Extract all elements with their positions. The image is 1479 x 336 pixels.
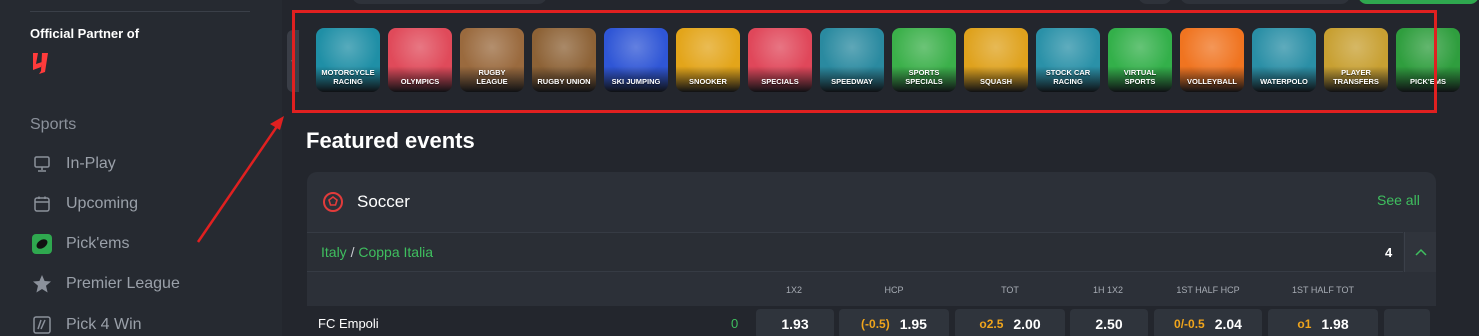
deposit-button[interactable]	[1358, 0, 1479, 4]
sport-title: Soccer	[357, 192, 410, 211]
sidebar-item-pickems[interactable]: Pick'ems	[30, 232, 130, 256]
sidebar-item-pick-4-win[interactable]: Pick 4 Win	[30, 313, 142, 336]
odds-handicap: o1	[1297, 317, 1312, 331]
chevron-up-icon	[1414, 248, 1427, 256]
odds-button-1st-half-tot[interactable]: o1 1.98	[1268, 309, 1378, 336]
market-header: 1ST HALF TOT	[1291, 285, 1355, 295]
pick4win-icon	[30, 313, 54, 336]
sport-tile[interactable]: SPORTS SPECIALS	[892, 28, 956, 92]
odds-button-tot[interactable]: o2.5 2.00	[955, 309, 1065, 336]
market-header: 1ST HALF HCP	[1176, 285, 1240, 295]
top-balance-pill[interactable]	[1180, 0, 1350, 4]
league-collapse-button[interactable]	[1404, 232, 1436, 272]
sport-tile-label: SPECIALS	[761, 77, 799, 86]
sidebar-item-label: Upcoming	[66, 195, 139, 212]
sport-tile[interactable]: SNOOKER	[676, 28, 740, 92]
league-event-count: 4	[1385, 245, 1393, 260]
sport-tile-label: SPEEDWAY	[831, 77, 873, 86]
odds-button-hcp[interactable]: (-0.5) 1.95	[839, 309, 949, 336]
sidebar-item-label: Premier League	[66, 275, 180, 292]
team-score: 0	[731, 316, 739, 331]
partner-label: Official Partner of	[30, 26, 140, 41]
sidebar-item-label: Pick 4 Win	[66, 316, 142, 333]
sport-tile-label: SNOOKER	[689, 77, 727, 86]
sport-tile-label: WATERPOLO	[1260, 77, 1308, 86]
sport-tile-label: SKI JUMPING	[611, 77, 661, 86]
sport-tile[interactable]: VOLLEYBALL	[1180, 28, 1244, 92]
sport-tile-label: PICK'EMS	[1410, 77, 1446, 86]
chevron-left-icon: ‹	[291, 55, 295, 67]
odds-value: 2.04	[1214, 316, 1242, 332]
sport-tile[interactable]: RUGBY LEAGUE	[460, 28, 524, 92]
sport-tile[interactable]: MOTORCYCLE RACING	[316, 28, 380, 92]
sport-tile-label: PLAYER TRANSFERS	[1333, 68, 1379, 86]
sidebar-divider	[30, 11, 250, 12]
pickems-icon	[30, 232, 54, 256]
odds-value: 1.98	[1321, 316, 1349, 332]
sport-tile[interactable]: SQUASH	[964, 28, 1028, 92]
sidebar-item-upcoming[interactable]: Upcoming	[30, 192, 138, 216]
odds-value: 1.95	[899, 316, 927, 332]
sport-tile[interactable]: SKI JUMPING	[604, 28, 668, 92]
sidebar-item-premier-league[interactable]: Premier League	[30, 272, 180, 296]
sport-tile-label: SPORTS SPECIALS	[905, 68, 943, 86]
sidebar-item-in-play[interactable]: In-Play	[30, 152, 116, 176]
market-header: 1X2	[785, 285, 803, 295]
sport-tile[interactable]: STOCK CAR RACING	[1036, 28, 1100, 92]
market-header: 1H 1X2	[1092, 285, 1124, 295]
league-breadcrumb: Italy / Coppa Italia	[321, 244, 433, 260]
odds-button-more[interactable]	[1384, 309, 1430, 336]
market-header-row	[307, 272, 1436, 306]
odds-handicap: o2.5	[979, 317, 1004, 331]
market-header: TOT	[1001, 285, 1019, 295]
odds-handicap: 0/-0.5	[1174, 317, 1205, 331]
calendar-icon	[30, 192, 54, 216]
top-search-pill[interactable]	[352, 0, 547, 4]
sport-tile[interactable]: RUGBY UNION	[532, 28, 596, 92]
odds-value: 2.50	[1095, 316, 1123, 332]
odds-button-1st-half-hcp[interactable]: 0/-0.5 2.04	[1154, 309, 1262, 336]
sport-tile[interactable]: OLYMPICS	[388, 28, 452, 92]
sport-tile-label: OLYMPICS	[400, 77, 440, 86]
featured-events-title: Featured events	[306, 128, 475, 153]
odds-button-1h-1x2[interactable]: 2.50	[1070, 309, 1148, 336]
strip-scroll-left-button[interactable]: ‹	[287, 30, 299, 92]
sport-tile-label: STOCK CAR RACING	[1045, 68, 1091, 86]
market-header: HCP	[884, 285, 904, 295]
league-separator: /	[350, 244, 355, 260]
sport-tile-label: RUGBY LEAGUE	[476, 68, 508, 86]
see-all-link[interactable]: See all	[1377, 192, 1420, 208]
sport-tile-label: VIRTUAL SPORTS	[1123, 68, 1157, 86]
league-name-link[interactable]: Coppa Italia	[358, 244, 433, 260]
odds-value: 1.93	[781, 316, 809, 332]
sport-tile[interactable]: SPECIALS	[748, 28, 812, 92]
sidebar-item-label: Pick'ems	[66, 235, 130, 252]
sidebar-section-sports: Sports	[30, 116, 77, 133]
league-row[interactable]	[307, 232, 1403, 272]
laliga-logo-icon	[30, 50, 52, 81]
sport-tile[interactable]: PLAYER TRANSFERS	[1324, 28, 1388, 92]
sport-tile-label: SQUASH	[979, 77, 1013, 86]
sidebar-item-label: In-Play	[66, 155, 116, 172]
sport-tile-label: VOLLEYBALL	[1187, 77, 1237, 86]
sport-tile-label: RUGBY UNION	[537, 77, 591, 86]
star-icon	[30, 272, 54, 296]
odds-button-1x2[interactable]: 1.93	[756, 309, 834, 336]
sport-tile[interactable]: PICK'EMS	[1396, 28, 1460, 92]
sport-tile[interactable]: WATERPOLO	[1252, 28, 1316, 92]
odds-value: 2.00	[1013, 316, 1041, 332]
soccer-ball-icon	[322, 191, 344, 218]
team-name[interactable]: FC Empoli	[318, 316, 379, 331]
odds-handicap: (-0.5)	[861, 317, 890, 331]
sport-tile-label: MOTORCYCLE RACING	[321, 68, 375, 86]
sport-tile[interactable]: VIRTUAL SPORTS	[1108, 28, 1172, 92]
sport-tile[interactable]: SPEEDWAY	[820, 28, 884, 92]
league-country-link[interactable]: Italy	[321, 244, 347, 260]
monitor-icon	[30, 152, 54, 176]
